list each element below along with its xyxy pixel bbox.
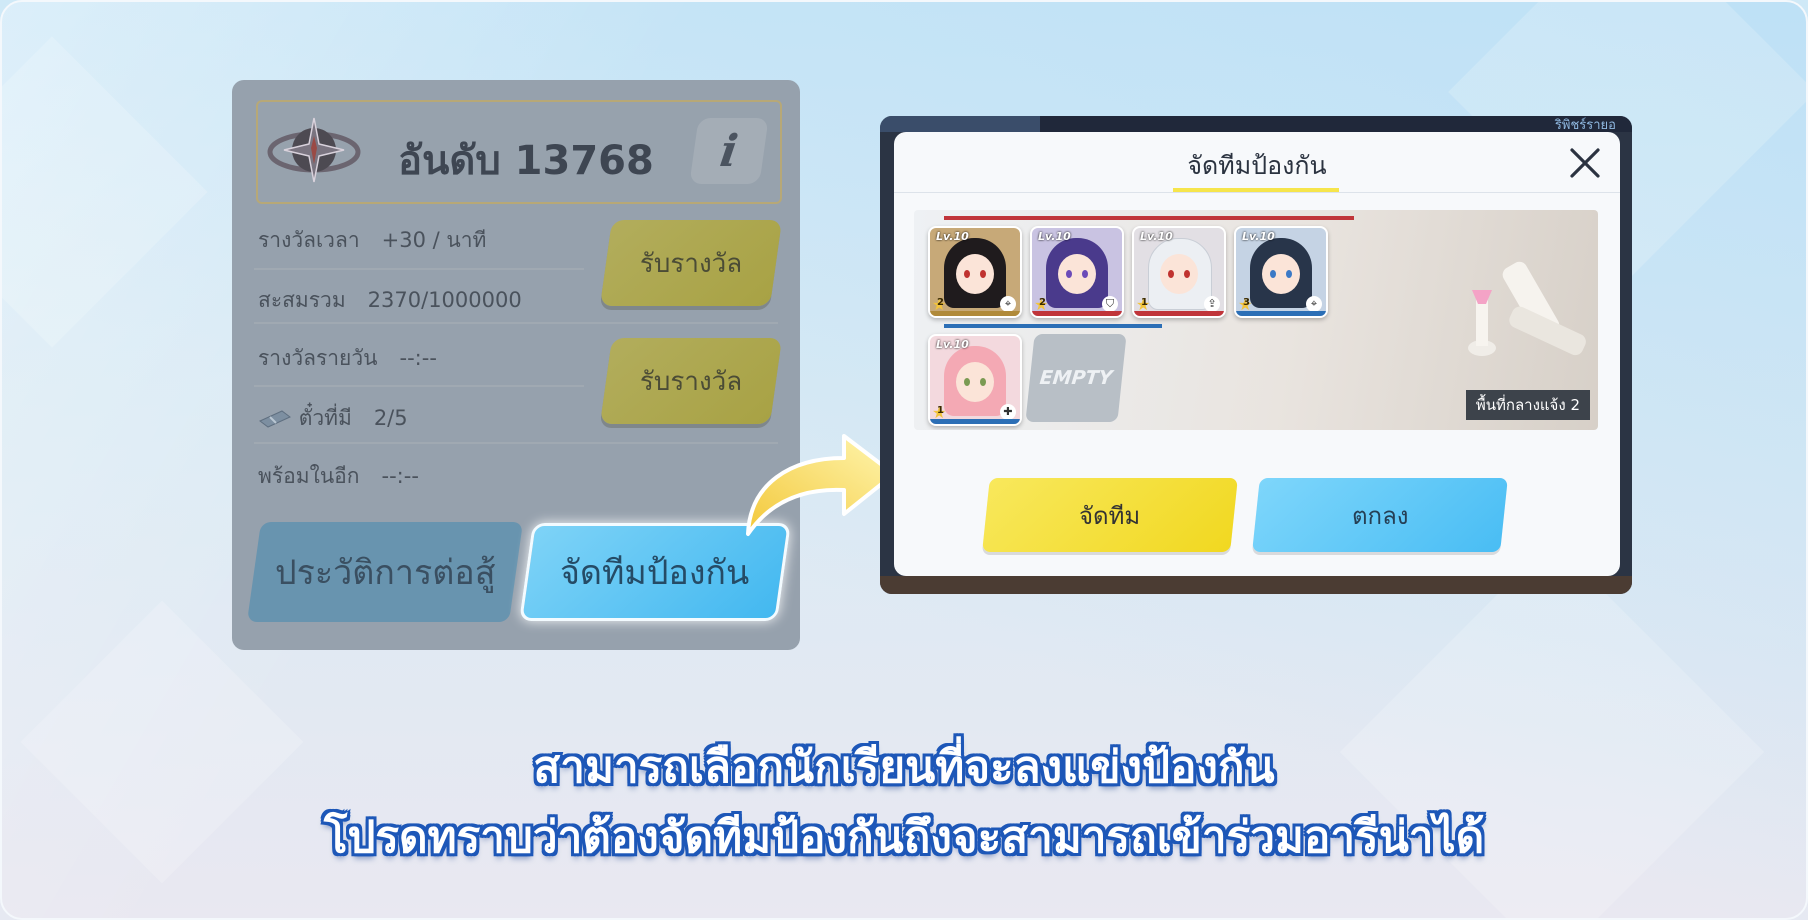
card-bar [1236, 311, 1326, 316]
student-card[interactable]: Lv.10 ★ 3 ⌖ [1234, 226, 1328, 318]
empty-slot[interactable]: EMPTY [1025, 334, 1127, 422]
info-icon: i [717, 125, 741, 177]
team-setup-label: จัดทีม [1079, 501, 1141, 530]
student-card[interactable]: Lv.10 ★ 1 ✚ [928, 334, 1022, 426]
arena-status-panel: อันดับ 13768 i รางวัลเวลา +30 / นาที สะสม… [232, 80, 800, 650]
ticket-icon [259, 410, 291, 428]
star-count: 1 [937, 405, 944, 416]
level-label: Lv.10 [1038, 230, 1071, 243]
battle-history-button[interactable]: ประวัติการต่อสู้ [246, 522, 524, 622]
tickets-row: ตั๋วที่มี 2/5 [258, 402, 408, 435]
background-frame: อันดับ 13768 i รางวัลเวลา +30 / นาที สะสม… [0, 0, 1808, 920]
defense-team-label: จัดทีมป้องกัน [560, 553, 750, 593]
upload-icon: ⇪ [1204, 296, 1220, 312]
accumulated-value: 2370/1000000 [367, 288, 522, 312]
battle-history-label: ประวัติการต่อสู้ [274, 553, 496, 593]
card-bar [1032, 311, 1122, 316]
rank-box: อันดับ 13768 i [256, 100, 782, 204]
card-bar [930, 419, 1020, 424]
title-rule [894, 192, 1620, 193]
pointer-arrow-icon [746, 434, 896, 536]
claim-daily-reward-button[interactable]: รับรางวัล [599, 338, 783, 424]
ready-in-row: พร้อมในอีก --:-- [258, 460, 419, 493]
caption-line-2: โปรดทราบว่าต้องจัดทีมป้องกันถึงจะสามารถเ… [323, 812, 1485, 863]
bg-strip [880, 116, 1040, 132]
student-card[interactable]: Lv.10 ★ 2 ⌖ [928, 226, 1022, 318]
tickets-value: 2/5 [373, 406, 408, 430]
divider [254, 385, 584, 387]
daily-reward-label: รางวัลรายวัน [258, 346, 378, 370]
confirm-button[interactable]: ตกลง [1252, 478, 1508, 552]
ready-in-label: พร้อมในอีก [258, 464, 360, 488]
heal-icon: ✚ [1000, 404, 1016, 420]
level-label: Lv.10 [1140, 230, 1173, 243]
divider [254, 442, 778, 444]
divider [254, 322, 778, 324]
student-card[interactable]: Lv.10 ★ 2 ⛉ [1030, 226, 1124, 318]
crosshair-icon: ⌖ [1000, 296, 1016, 312]
close-icon[interactable] [1568, 146, 1602, 180]
beach-chair-illustration [1468, 261, 1586, 356]
level-label: Lv.10 [936, 338, 969, 351]
empty-slot-label: EMPTY [1038, 367, 1114, 389]
time-reward-row: รางวัลเวลา +30 / นาที [258, 224, 486, 257]
star-count: 1 [1141, 297, 1148, 308]
star-count: 2 [937, 297, 944, 308]
area-badge: พื้นที่กลางแจ้ง 2 [1465, 390, 1590, 420]
defense-team-dialog: จัดทีมป้องกัน Lv.10 ★ 2 ⌖ Lv.10 ★ 2 ⛉ Lv… [894, 132, 1620, 576]
level-label: Lv.10 [936, 230, 969, 243]
star-count: 2 [1039, 297, 1046, 308]
defense-team-screen: ริพิชร์รายอ จัดทีมป้องกัน Lv.10 ★ 2 ⌖ Lv… [880, 116, 1632, 594]
team-setup-button[interactable]: จัดทีม [982, 478, 1238, 552]
bg-strip [880, 576, 1632, 594]
card-bar [1134, 311, 1224, 316]
ready-in-value: --:-- [381, 464, 419, 488]
crosshair-icon: ⌖ [1306, 296, 1322, 312]
daily-reward-value: --:-- [399, 346, 437, 370]
rank-emblem-icon [267, 117, 361, 183]
divider [254, 268, 584, 270]
time-reward-label: รางวัลเวลา [258, 228, 360, 252]
accumulated-label: สะสมรวม [258, 288, 346, 312]
bg-strip [1040, 116, 1632, 132]
dialog-title: จัดทีมป้องกัน [1187, 151, 1327, 180]
level-label: Lv.10 [1242, 230, 1275, 243]
confirm-label: ตกลง [1351, 501, 1409, 530]
shield-icon: ⛉ [1102, 296, 1118, 312]
star-count: 3 [1243, 297, 1250, 308]
caption-line-1: สามารถเลือกนักเรียนที่จะลงแข่งป้องกัน [533, 742, 1275, 793]
student-card[interactable]: Lv.10 ★ 1 ⇪ [1132, 226, 1226, 318]
special-lane-bar [944, 324, 1162, 328]
bg-facet [2, 36, 208, 348]
rank-title: อันดับ 13768 [398, 138, 654, 184]
card-bar [930, 311, 1020, 316]
team-formation-area: Lv.10 ★ 2 ⌖ Lv.10 ★ 2 ⛉ Lv.10 ★ 1 ⇪ Lv.1… [914, 210, 1598, 430]
tickets-label: ตั๋วที่มี [298, 406, 352, 430]
claim-button-label: รับรางวัล [639, 248, 743, 279]
accumulated-row: สะสมรวม 2370/1000000 [258, 284, 522, 317]
striker-lane-bar [944, 216, 1354, 220]
info-button[interactable]: i [689, 118, 769, 184]
time-reward-value: +30 / นาที [381, 228, 487, 252]
daily-reward-row: รางวัลรายวัน --:-- [258, 342, 437, 375]
claim-time-reward-button[interactable]: รับรางวัล [599, 220, 783, 306]
claim-button-label: รับรางวัล [639, 366, 743, 397]
